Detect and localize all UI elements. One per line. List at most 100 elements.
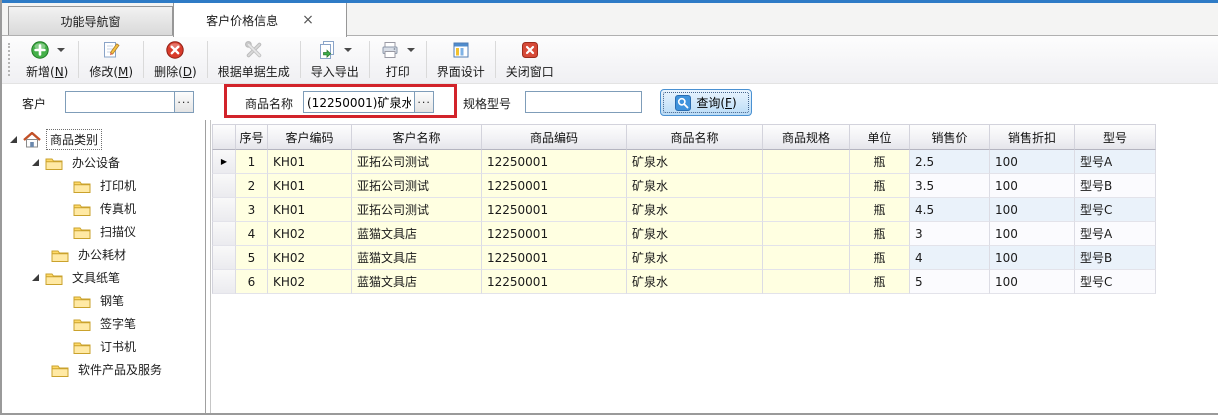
grid-cell-seq[interactable]: 4	[236, 222, 268, 246]
grid-cell-product_name[interactable]: 矿泉水	[627, 174, 763, 198]
grid-cell-product_code[interactable]: 12250001	[482, 222, 627, 246]
tree-item[interactable]: 办公耗材	[2, 243, 205, 266]
tree-item[interactable]: 扫描仪	[2, 220, 205, 243]
tree-item[interactable]: 传真机	[2, 197, 205, 220]
grid-cell-sale_discount[interactable]: 100	[990, 222, 1075, 246]
table-row[interactable]: ▶1KH01亚拓公司测试12250001矿泉水瓶2.5100型号A	[212, 150, 1156, 174]
grid-cell-customer_code[interactable]: KH01	[268, 198, 352, 222]
grid-cell-sale_price[interactable]: 3	[910, 222, 990, 246]
tree-expander-icon[interactable]	[32, 274, 39, 281]
toolbar-button-ui-design[interactable]: 界面设计	[427, 36, 495, 83]
spec-model-input[interactable]	[525, 91, 642, 113]
grid-cell-sale_price[interactable]: 3.5	[910, 174, 990, 198]
grid-cell-model[interactable]: 型号C	[1075, 270, 1156, 294]
customer-browse-button[interactable]: ···	[175, 91, 194, 113]
grid-cell-customer_name[interactable]: 亚拓公司测试	[352, 174, 482, 198]
tree-expander-icon[interactable]	[10, 136, 17, 143]
grid-cell-model[interactable]: 型号B	[1075, 174, 1156, 198]
grid-header-cell-sale_discount[interactable]: 销售折扣	[990, 124, 1075, 150]
dropdown-arrow-icon[interactable]	[407, 48, 415, 52]
grid-header-cell-customer_code[interactable]: 客户编码	[268, 124, 352, 150]
grid-cell-product_name[interactable]: 矿泉水	[627, 222, 763, 246]
grid-cell-product_code[interactable]: 12250001	[482, 246, 627, 270]
grid-cell-seq[interactable]: 3	[236, 198, 268, 222]
grid-cell-product_name[interactable]: 矿泉水	[627, 270, 763, 294]
tree-item[interactable]: 软件产品及服务	[2, 358, 205, 381]
grid-header-cell-seq[interactable]: 序号	[236, 124, 268, 150]
toolbar-button-import-export[interactable]: 导入导出	[301, 36, 369, 83]
grid-cell-sale_price[interactable]: 4	[910, 246, 990, 270]
grid-cell-product_name[interactable]: 矿泉水	[627, 246, 763, 270]
product-browse-button[interactable]: ···	[415, 91, 434, 113]
dropdown-arrow-icon[interactable]	[344, 48, 352, 52]
grid-cell-unit[interactable]: 瓶	[850, 150, 910, 174]
grid-cell-product_spec[interactable]	[763, 198, 850, 222]
tree-item[interactable]: 商品类别	[2, 128, 205, 151]
grid-cell-unit[interactable]: 瓶	[850, 174, 910, 198]
toolbar-grip[interactable]	[8, 43, 12, 76]
grid-cell-sale_discount[interactable]: 100	[990, 246, 1075, 270]
grid-cell-sale_discount[interactable]: 100	[990, 270, 1075, 294]
grid-cell-product_spec[interactable]	[763, 150, 850, 174]
grid-header-cell-customer_name[interactable]: 客户名称	[352, 124, 482, 150]
close-tab-icon[interactable]: ×	[302, 13, 314, 27]
grid-header-cell-sale_price[interactable]: 销售价	[910, 124, 990, 150]
table-row[interactable]: 5KH02蓝猫文具店12250001矿泉水瓶4100型号B	[212, 246, 1156, 270]
table-row[interactable]: 3KH01亚拓公司测试12250001矿泉水瓶4.5100型号C	[212, 198, 1156, 222]
grid-cell-product_name[interactable]: 矿泉水	[627, 198, 763, 222]
row-selector-cell[interactable]	[212, 222, 236, 246]
row-selector-cell[interactable]	[212, 174, 236, 198]
grid-cell-unit[interactable]: 瓶	[850, 222, 910, 246]
grid-cell-sale_discount[interactable]: 100	[990, 150, 1075, 174]
grid-cell-product_code[interactable]: 12250001	[482, 270, 627, 294]
tree-item[interactable]: 订书机	[2, 335, 205, 358]
table-row[interactable]: 6KH02蓝猫文具店12250001矿泉水瓶5100型号C	[212, 270, 1156, 294]
grid-cell-model[interactable]: 型号A	[1075, 222, 1156, 246]
tree-item[interactable]: 打印机	[2, 174, 205, 197]
grid-cell-sale_price[interactable]: 2.5	[910, 150, 990, 174]
grid-cell-unit[interactable]: 瓶	[850, 198, 910, 222]
grid-cell-sale_discount[interactable]: 100	[990, 174, 1075, 198]
grid-cell-seq[interactable]: 6	[236, 270, 268, 294]
grid-cell-seq[interactable]: 1	[236, 150, 268, 174]
grid-cell-customer_code[interactable]: KH01	[268, 174, 352, 198]
grid-cell-model[interactable]: 型号B	[1075, 246, 1156, 270]
grid-cell-sale_discount[interactable]: 100	[990, 198, 1075, 222]
grid-cell-customer_name[interactable]: 亚拓公司测试	[352, 150, 482, 174]
tree-item[interactable]: 办公设备	[2, 151, 205, 174]
tree-item[interactable]: 签字笔	[2, 312, 205, 335]
row-selector-cell[interactable]	[212, 270, 236, 294]
toolbar-button-delete[interactable]: 删除(D)	[144, 36, 207, 83]
product-name-input[interactable]	[303, 91, 415, 113]
grid-cell-product_code[interactable]: 12250001	[482, 174, 627, 198]
toolbar-button-add[interactable]: 新增(N)	[16, 36, 78, 83]
grid-cell-customer_code[interactable]: KH01	[268, 150, 352, 174]
grid-header-cell-product_code[interactable]: 商品编码	[482, 124, 627, 150]
grid-cell-product_spec[interactable]	[763, 174, 850, 198]
grid-cell-seq[interactable]: 2	[236, 174, 268, 198]
tab-customer-price-info[interactable]: 客户价格信息 ×	[173, 3, 347, 37]
grid-cell-product_code[interactable]: 12250001	[482, 198, 627, 222]
grid-cell-sale_price[interactable]: 4.5	[910, 198, 990, 222]
toolbar-button-modify[interactable]: 修改(M)	[79, 36, 143, 83]
grid-cell-model[interactable]: 型号C	[1075, 198, 1156, 222]
grid-cell-product_name[interactable]: 矿泉水	[627, 150, 763, 174]
tree-item[interactable]: 文具纸笔	[2, 266, 205, 289]
toolbar-button-print[interactable]: 打印	[370, 36, 426, 83]
grid-cell-sale_price[interactable]: 5	[910, 270, 990, 294]
grid-header-cell-product_spec[interactable]: 商品规格	[763, 124, 850, 150]
row-selector-cell[interactable]	[212, 198, 236, 222]
grid-cell-customer_name[interactable]: 蓝猫文具店	[352, 222, 482, 246]
toolbar-button-close-window[interactable]: 关闭窗口	[496, 36, 564, 83]
grid-header-cell-model[interactable]: 型号	[1075, 124, 1156, 150]
tree-expander-icon[interactable]	[32, 159, 39, 166]
customer-input[interactable]	[65, 91, 175, 113]
row-selector-cell[interactable]	[212, 246, 236, 270]
grid-cell-customer_code[interactable]: KH02	[268, 270, 352, 294]
grid-cell-product_spec[interactable]	[763, 222, 850, 246]
grid-cell-product_spec[interactable]	[763, 270, 850, 294]
grid-cell-customer_code[interactable]: KH02	[268, 222, 352, 246]
dropdown-arrow-icon[interactable]	[57, 48, 65, 52]
grid-header-cell-unit[interactable]: 单位	[850, 124, 910, 150]
tab-function-nav[interactable]: 功能导航窗	[8, 6, 173, 35]
